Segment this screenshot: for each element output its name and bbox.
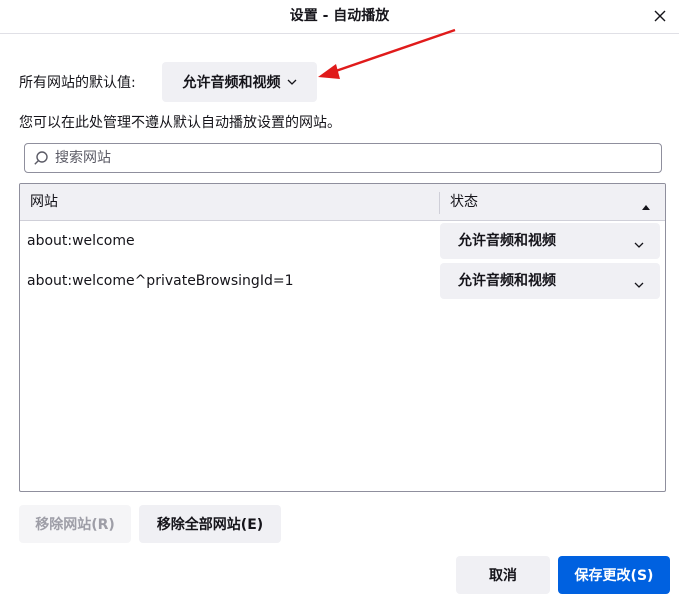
row-status-dropdown[interactable]: 允许音频和视频 <box>440 263 660 299</box>
close-button[interactable] <box>647 4 673 28</box>
column-divider <box>439 192 440 214</box>
save-changes-button[interactable]: 保存更改(S) <box>558 556 670 594</box>
search-icon <box>33 150 49 166</box>
column-header-site[interactable]: 网站 <box>30 184 58 220</box>
row-status-dropdown[interactable]: 允许音频和视频 <box>440 223 660 259</box>
sort-up-icon <box>641 198 651 214</box>
window-title: 设置 - 自动播放 <box>289 8 390 24</box>
sites-table: 网站 状态 about:welcome 允许音频和视频 about:welcom… <box>19 183 666 492</box>
default-setting-value: 允许音频和视频 <box>182 75 281 91</box>
row-status-value: 允许音频和视频 <box>458 273 556 289</box>
search-box[interactable] <box>24 143 662 173</box>
cancel-button[interactable]: 取消 <box>456 556 550 594</box>
default-setting-label: 所有网站的默认值: <box>19 75 136 91</box>
description-text: 您可以在此处管理不遵从默认自动播放设置的网站。 <box>19 115 341 131</box>
column-header-status[interactable]: 状态 <box>450 184 478 220</box>
row-site: about:welcome^privateBrowsingId=1 <box>27 273 294 289</box>
chevron-down-icon <box>634 276 644 292</box>
remove-site-button[interactable]: 移除网站(R) <box>19 505 131 543</box>
row-site: about:welcome <box>27 233 135 249</box>
table-header: 网站 状态 <box>20 184 665 221</box>
table-row[interactable]: about:welcome^privateBrowsingId=1 允许音频和视… <box>20 261 665 301</box>
chevron-down-icon <box>634 236 644 252</box>
table-row[interactable]: about:welcome 允许音频和视频 <box>20 221 665 261</box>
default-setting-dropdown[interactable]: 允许音频和视频 <box>162 62 317 102</box>
remove-all-sites-button[interactable]: 移除全部网站(E) <box>139 505 281 543</box>
default-setting-row: 所有网站的默认值: <box>19 62 136 102</box>
title-bar: 设置 - 自动播放 <box>0 0 679 34</box>
chevron-down-icon <box>287 79 297 85</box>
search-input[interactable] <box>53 149 661 167</box>
row-status-value: 允许音频和视频 <box>458 233 556 249</box>
close-icon <box>654 10 666 22</box>
